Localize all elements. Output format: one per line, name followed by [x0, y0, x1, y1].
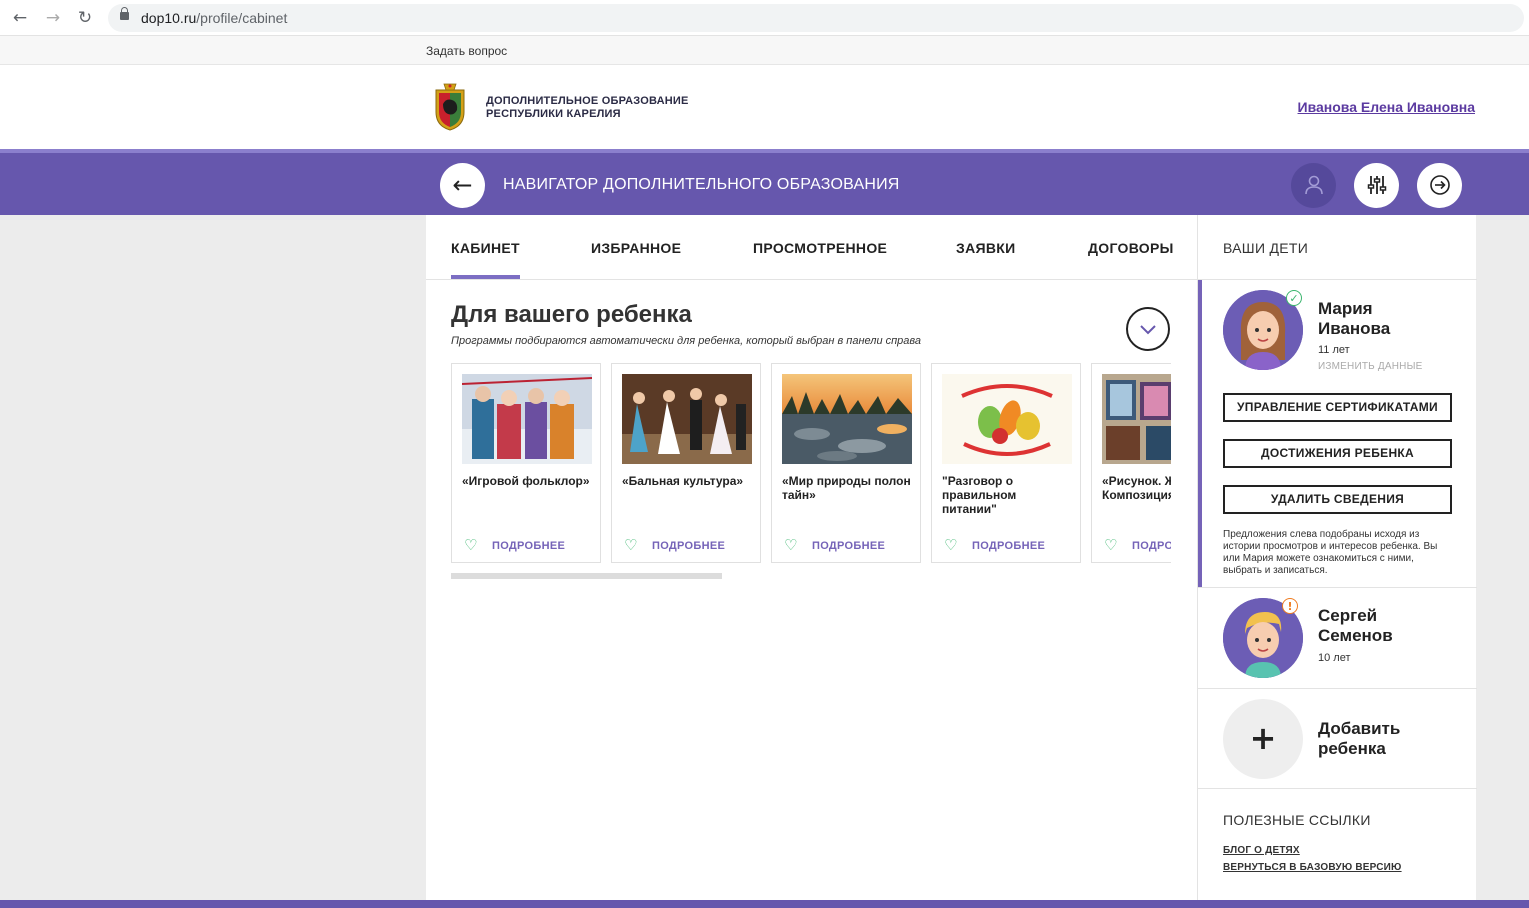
heart-icon[interactable]: ♡ [1104, 537, 1120, 553]
child-age: 10 лет [1318, 652, 1351, 664]
children-sidebar: ВАШИ ДЕТИ ✓ Мария Иванова 11 лет ИЗМЕНИТ… [1197, 215, 1477, 900]
program-card[interactable]: «Бальная культура» ♡ ПОДРОБНЕЕ [611, 363, 761, 563]
achievements-button[interactable]: ДОСТИЖЕНИЯ РЕБЕНКА [1223, 439, 1452, 468]
cabinet-tabs: КАБИНЕТ ИЗБРАННОЕ ПРОСМОТРЕННОЕ ЗАЯВКИ Д… [426, 215, 1197, 280]
arrow-left-icon: ← [452, 171, 473, 199]
sliders-icon [1367, 176, 1386, 194]
navigator-title: НАВИГАТОР ДОПОЛНИТЕЛЬНОГО ОБРАЗОВАНИЯ [503, 176, 900, 193]
heart-icon[interactable]: ♡ [624, 537, 640, 553]
child-card-active[interactable]: ✓ Мария Иванова 11 лет ИЗМЕНИТЬ ДАННЫЕ У… [1198, 280, 1477, 587]
back-button[interactable]: ← [440, 163, 485, 208]
arrow-left-icon[interactable]: ← [10, 8, 30, 28]
chevron-down-icon [1140, 325, 1156, 335]
tab-cabinet[interactable]: КАБИНЕТ [451, 240, 520, 279]
logout-icon [1429, 175, 1450, 195]
more-link[interactable]: ПОДРОБНЕЕ [492, 540, 565, 552]
url-text[interactable]: dop10.ru/profile/cabinet [141, 10, 287, 26]
tab-contracts[interactable]: ДОГОВОРЫ [1088, 240, 1174, 256]
child-name[interactable]: Сергей Семенов [1318, 606, 1438, 646]
program-title[interactable]: "Разговор о правильном питании" [942, 474, 1072, 516]
browser-toolbar: ← → ↻ dop10.ru/profile/cabinet [0, 0, 1529, 36]
user-name-link[interactable]: Иванова Елена Ивановна [1298, 99, 1475, 115]
heart-icon[interactable]: ♡ [944, 537, 960, 553]
more-link[interactable]: ПОДРОБНЕЕ [972, 540, 1045, 552]
program-card[interactable]: «Мир природы полон тайн» ♡ ПОДРОБНЕЕ [771, 363, 921, 563]
check-icon: ✓ [1286, 290, 1302, 306]
logout-button[interactable] [1417, 163, 1462, 208]
children-title: ВАШИ ДЕТИ [1223, 240, 1309, 256]
program-title[interactable]: «Мир природы полон тайн» [782, 474, 912, 502]
child-age: 11 лет [1318, 344, 1350, 356]
tab-applications[interactable]: ЗАЯВКИ [956, 240, 1015, 256]
delete-data-button[interactable]: УДАЛИТЬ СВЕДЕНИЯ [1223, 485, 1452, 514]
section-title: Для вашего ребенка [451, 301, 692, 328]
more-link[interactable]: ПОДРОБНЕЕ [812, 540, 885, 552]
folk-costumes-photo [462, 374, 592, 464]
carousel-scrollbar[interactable] [451, 573, 1171, 579]
more-link[interactable]: ПОДРОБНЕЕ [652, 540, 725, 552]
user-icon [1304, 175, 1323, 195]
program-title[interactable]: «Игровой фольклор» [462, 474, 592, 488]
edit-data-link[interactable]: ИЗМЕНИТЬ ДАННЫЕ [1318, 361, 1423, 372]
heart-icon[interactable]: ♡ [784, 537, 800, 553]
add-child-label[interactable]: Добавить ребенка [1318, 719, 1428, 759]
navigator-bar: ← НАВИГАТОР ДОПОЛНИТЕЛЬНОГО ОБРАЗОВАНИЯ [0, 149, 1529, 215]
manage-certificates-button[interactable]: УПРАВЛЕНИЕ СЕРТИФИКАТАМИ [1223, 393, 1452, 422]
heart-icon[interactable]: ♡ [464, 537, 480, 553]
program-card[interactable]: «Игровой фольклор» ♡ ПОДРОБНЕЕ [451, 363, 601, 563]
collapse-button[interactable] [1126, 307, 1170, 351]
paintings-exhibit-photo [1102, 374, 1171, 464]
filter-button[interactable] [1354, 163, 1399, 208]
program-title[interactable]: «Рисунок. Живопись. Композиция» [1102, 474, 1171, 502]
program-card[interactable]: «Рисунок. Живопись. Композиция» ♡ ПОДРОБ… [1091, 363, 1171, 563]
brand-line-2: РЕСПУБЛИКИ КАРЕЛИЯ [486, 108, 621, 120]
section-subtitle: Программы подбираются автоматически для … [451, 335, 922, 347]
recommendation-note: Предложения слева подобраны исходя из ис… [1223, 529, 1438, 576]
footer-bar [0, 900, 1529, 908]
address-bar[interactable]: dop10.ru/profile/cabinet [108, 4, 1524, 32]
warning-icon: ! [1282, 598, 1298, 614]
divider [1198, 587, 1477, 588]
useful-links-title: ПОЛЕЗНЫЕ ССЫЛКИ [1223, 812, 1371, 828]
plus-icon: + [1249, 719, 1277, 757]
divider [1198, 788, 1477, 789]
tab-favorites[interactable]: ИЗБРАННОЕ [591, 240, 681, 256]
tab-viewed[interactable]: ПРОСМОТРЕННОЕ [753, 240, 887, 256]
river-sunset-photo [782, 374, 912, 464]
more-link[interactable]: ПОДРОБНЕЕ [1132, 540, 1171, 552]
main-panel: КАБИНЕТ ИЗБРАННОЕ ПРОСМОТРЕННОЕ ЗАЯВКИ Д… [426, 215, 1197, 900]
lock-icon [120, 7, 129, 20]
brand-title[interactable]: ДОПОЛНИТЕЛЬНОЕ ОБРАЗОВАНИЕ РЕСПУБЛИКИ КА… [486, 95, 689, 121]
profile-button[interactable] [1291, 163, 1336, 208]
site-header: ДОПОЛНИТЕЛЬНОЕ ОБРАЗОВАНИЕ РЕСПУБЛИКИ КА… [0, 65, 1529, 149]
program-title[interactable]: «Бальная культура» [622, 474, 752, 488]
arrow-right-icon[interactable]: → [43, 8, 63, 28]
program-card[interactable]: "Разговор о правильном питании" ♡ ПОДРОБ… [931, 363, 1081, 563]
reload-icon[interactable]: ↻ [75, 8, 95, 28]
brand-line-1: ДОПОЛНИТЕЛЬНОЕ ОБРАЗОВАНИЕ [486, 95, 689, 107]
ballroom-dance-photo [622, 374, 752, 464]
basic-version-link[interactable]: ВЕРНУТЬСЯ В БАЗОВУЮ ВЕРСИЮ [1223, 862, 1402, 873]
carousel-scroll-thumb[interactable] [451, 573, 722, 579]
karelia-coat-of-arms-logo[interactable] [430, 82, 470, 132]
program-carousel[interactable]: «Игровой фольклор» ♡ ПОДРОБНЕЕ «Бальная … [451, 363, 1171, 563]
top-strip: Задать вопрос [0, 36, 1529, 65]
divider [1198, 688, 1477, 689]
healthy-food-poster [942, 374, 1072, 464]
add-child-button[interactable]: + [1223, 699, 1303, 779]
blog-link[interactable]: БЛОГ О ДЕТЯХ [1223, 845, 1300, 856]
ask-question-link[interactable]: Задать вопрос [426, 44, 507, 58]
child-name[interactable]: Мария Иванова [1318, 299, 1438, 339]
